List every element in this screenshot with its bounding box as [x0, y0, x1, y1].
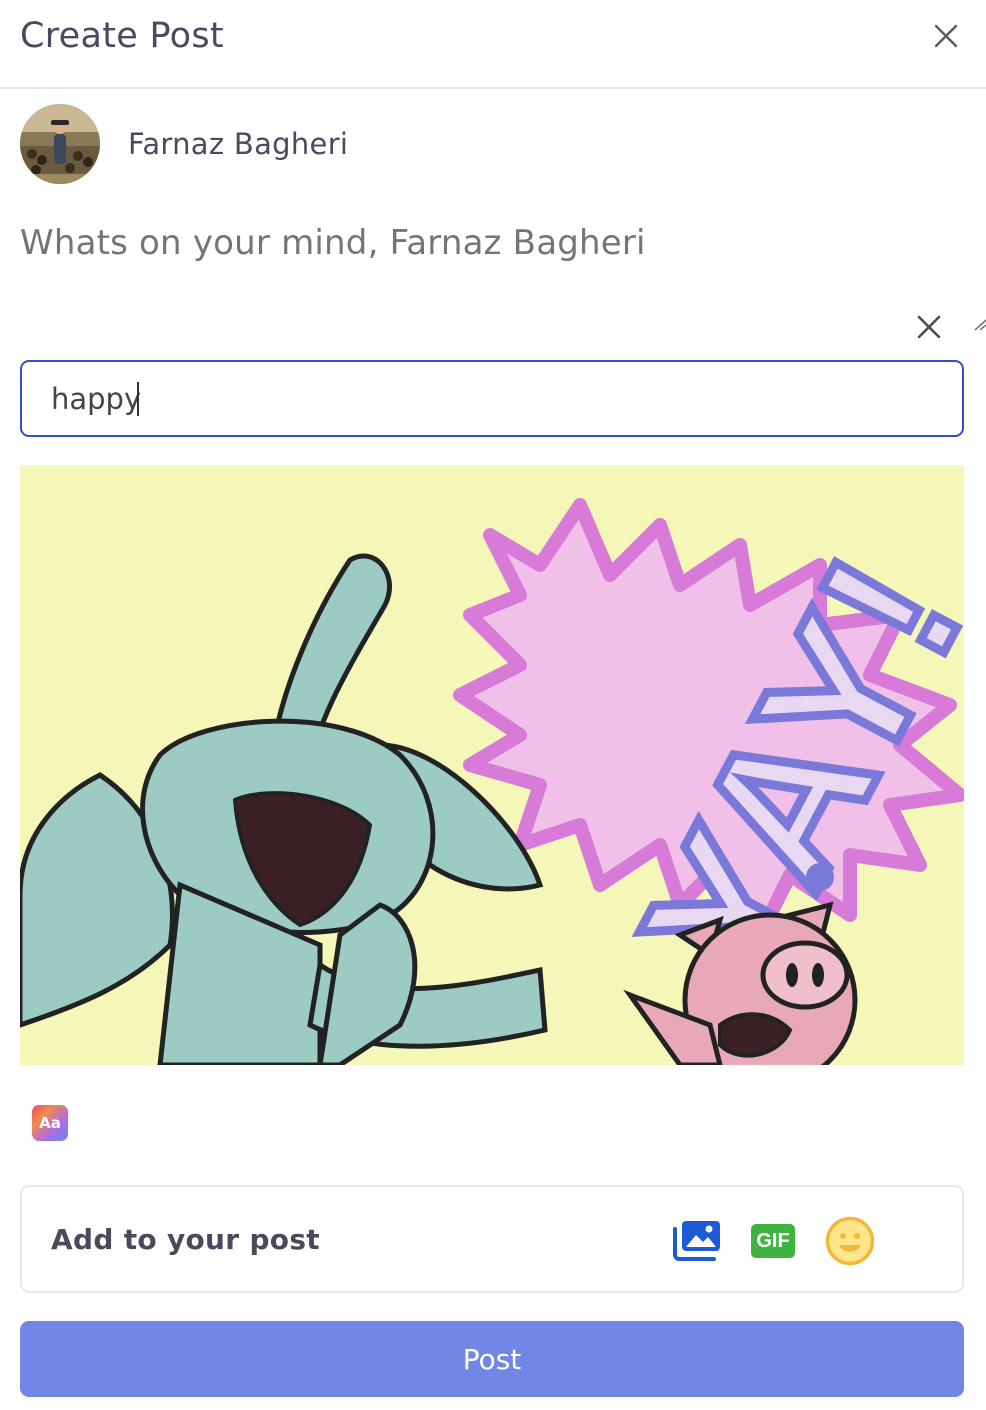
add-to-post-panel: Add to your post GIF — [20, 1185, 964, 1293]
text-caret — [137, 382, 139, 416]
gif-preview[interactable]: YAY! — [20, 465, 964, 1065]
author-name: Farnaz Bagheri — [128, 127, 349, 161]
post-text-input[interactable] — [20, 218, 964, 268]
text-style-button[interactable]: Aa — [32, 1105, 68, 1141]
photo-gallery-icon[interactable] — [672, 1219, 722, 1261]
post-button[interactable]: Post — [20, 1321, 964, 1397]
gif-search-input[interactable] — [20, 360, 964, 437]
dialog-header: Create Post — [0, 0, 986, 89]
add-to-post-label: Add to your post — [51, 1223, 320, 1256]
avatar[interactable] — [20, 104, 100, 184]
avatar-image — [20, 104, 100, 184]
close-gif-icon[interactable] — [912, 310, 946, 344]
resize-handle-icon[interactable] — [972, 314, 986, 334]
gif-illustration: YAY! — [20, 465, 964, 1065]
emoji-icon[interactable] — [824, 1215, 876, 1267]
close-icon[interactable] — [930, 20, 962, 52]
post-author: Farnaz Bagheri — [20, 104, 348, 184]
gif-icon[interactable]: GIF — [751, 1224, 795, 1258]
exclamation-dot — [806, 863, 834, 891]
dialog-title: Create Post — [20, 16, 224, 56]
